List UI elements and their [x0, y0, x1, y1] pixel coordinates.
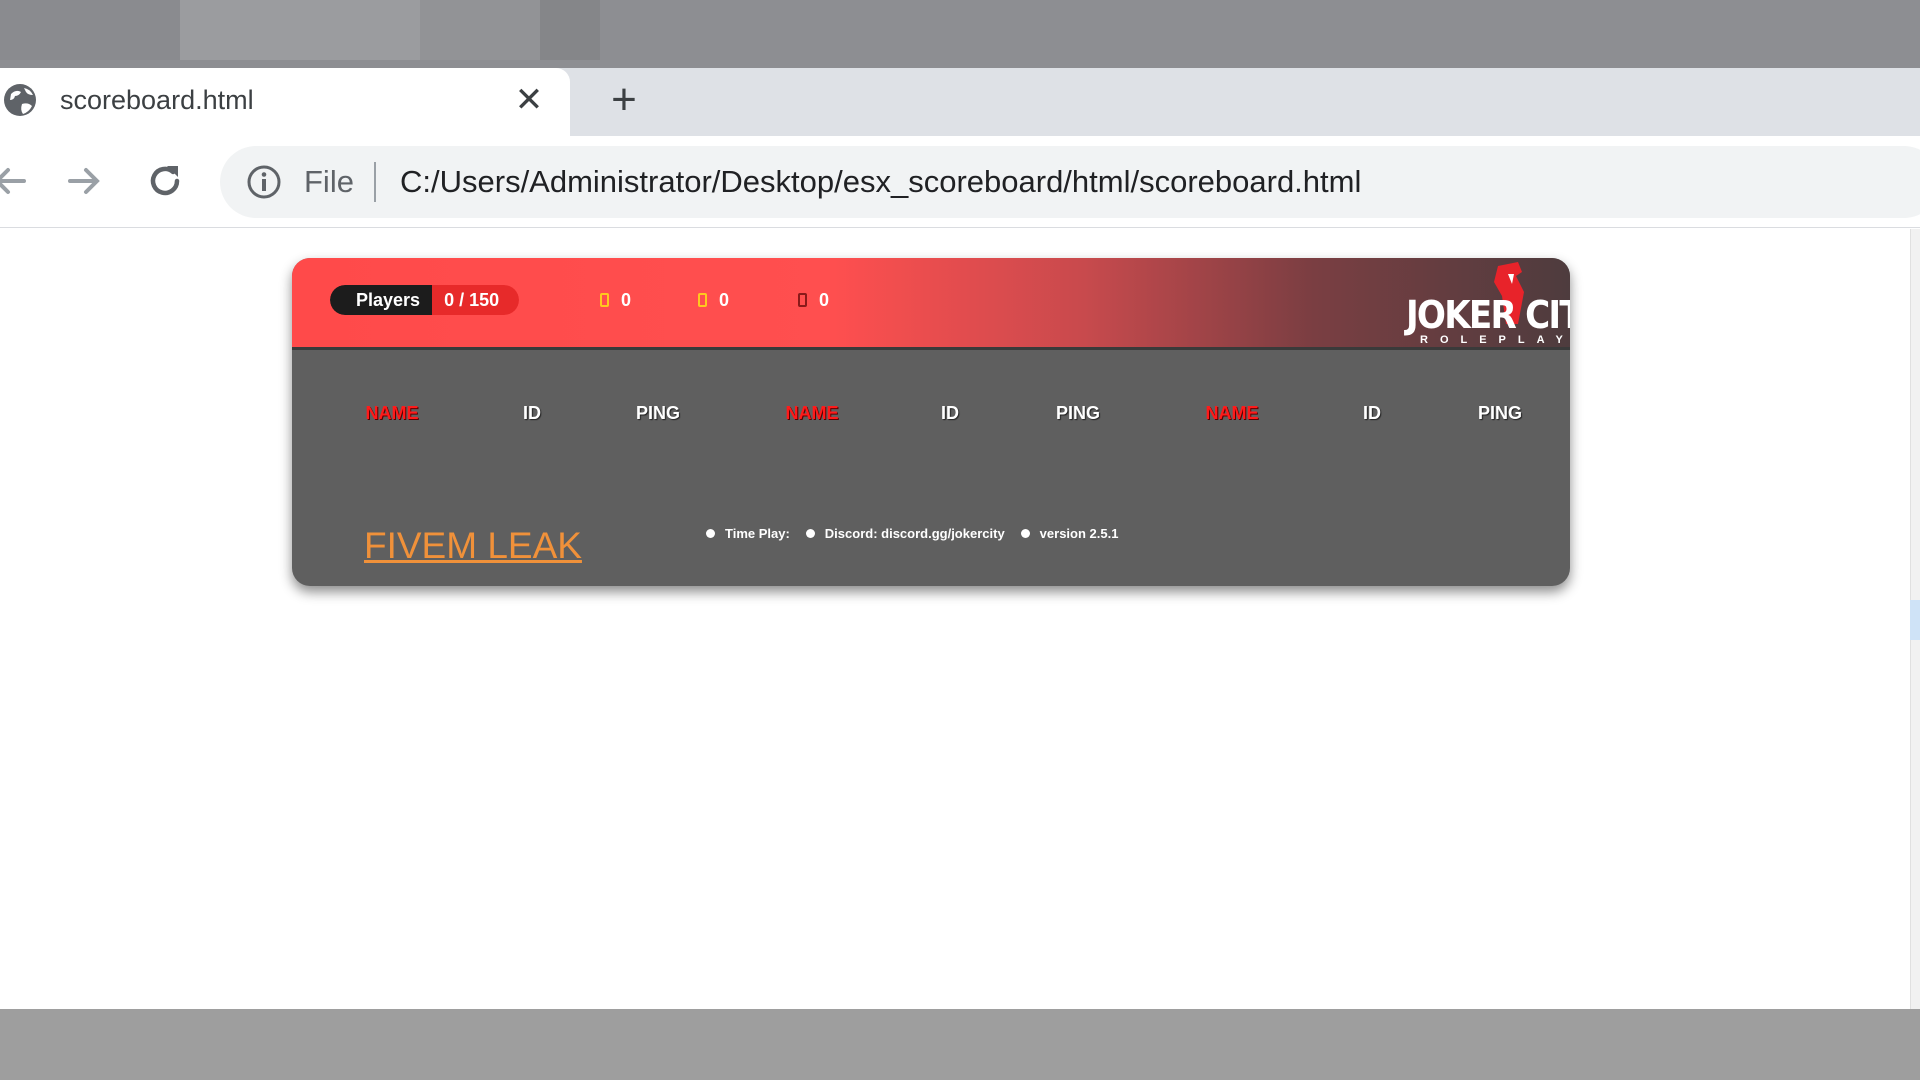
address-bar[interactable]: File C:/Users/Administrator/Desktop/esx_… — [220, 146, 1920, 218]
blurred-region — [180, 0, 420, 60]
time-play-label: Time Play: — [725, 525, 790, 541]
column-header-name: NAME — [1205, 403, 1259, 423]
url-text[interactable]: C:/Users/Administrator/Desktop/esx_score… — [400, 164, 1361, 200]
job-count: 0 — [819, 289, 830, 310]
blurred-region — [540, 0, 600, 60]
job-icon — [698, 293, 707, 307]
browser-toolbar: File C:/Users/Administrator/Desktop/esx_… — [0, 136, 1920, 228]
column-header-name: NAME — [785, 403, 839, 423]
blurred-region — [420, 0, 540, 60]
tab-strip: scoreboard.html ✕ + — [0, 68, 1920, 136]
scoreboard-header: Players 0 / 150 0 0 0 JOKER CITY ROLEPLA… — [292, 258, 1570, 350]
browser-tab[interactable]: scoreboard.html ✕ — [0, 68, 570, 136]
scheme-label: File — [304, 164, 354, 199]
address-separator — [374, 162, 376, 202]
column-headers: NAME ID PING NAME ID PING NAME ID PING — [292, 398, 1570, 428]
reload-icon[interactable] — [142, 158, 188, 204]
desktop-bottom-strip — [0, 1009, 1920, 1080]
column-header-id: ID — [523, 403, 541, 423]
job-count: 0 — [621, 289, 632, 310]
scrollbar-marker — [1910, 600, 1920, 640]
column-header-ping: PING — [1055, 403, 1100, 423]
job-icon — [798, 293, 807, 307]
job-count: 0 — [719, 289, 730, 310]
players-badge: Players 0 / 150 — [330, 285, 520, 315]
logo-text: JOKER CITY — [1406, 293, 1570, 337]
job-counter-2: 0 — [698, 288, 729, 312]
column-header-ping: PING — [1477, 403, 1522, 423]
footer-info: Time Play: Discord: discord.gg/jokercity… — [706, 523, 1134, 543]
desktop-top-strip — [0, 0, 1920, 68]
bullet-dot — [706, 528, 715, 538]
forward-arrow-icon[interactable] — [62, 158, 108, 204]
bullet-dot — [805, 528, 815, 538]
globe-icon — [4, 84, 36, 116]
fivem-leak-link[interactable]: FIVEM LEAK — [364, 526, 582, 566]
column-header-ping: PING — [635, 403, 680, 423]
logo-subtext: ROLEPLAY — [1420, 334, 1570, 346]
job-counter-3: 0 — [798, 288, 829, 312]
bullet-dot — [1020, 528, 1030, 538]
info-icon[interactable] — [246, 164, 282, 200]
discord-label: Discord: discord.gg/jokercity — [824, 525, 1005, 541]
column-header-name: NAME — [365, 403, 419, 423]
scoreboard-panel: Players 0 / 150 0 0 0 JOKER CITY ROLEPLA… — [292, 258, 1570, 586]
column-header-id: ID — [1363, 403, 1381, 423]
column-header-id: ID — [941, 403, 959, 423]
new-tab-button[interactable]: + — [604, 78, 644, 122]
back-arrow-icon[interactable] — [0, 158, 32, 204]
version-label: version 2.5.1 — [1039, 525, 1119, 541]
players-label: Players — [330, 285, 433, 315]
job-counter-1: 0 — [600, 288, 631, 312]
players-count: 0 / 150 — [432, 285, 520, 315]
job-icon — [600, 293, 609, 307]
joker-city-logo: JOKER CITY ROLEPLAY — [1404, 262, 1570, 348]
close-tab-icon[interactable]: ✕ — [512, 82, 546, 118]
tab-title: scoreboard.html — [60, 85, 254, 115]
blurred-region — [0, 0, 180, 60]
